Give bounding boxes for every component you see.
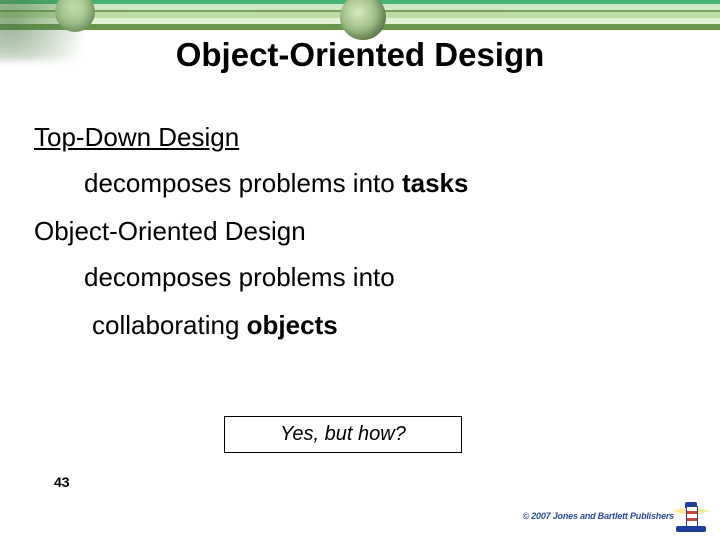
slide: Object-Oriented Design Top-Down Design d… bbox=[0, 0, 720, 540]
decorative-banner bbox=[0, 0, 720, 30]
page-number: 43 bbox=[54, 474, 70, 490]
topdown-text: decomposes problems into bbox=[84, 168, 402, 198]
subheading-topdown: Top-Down Design bbox=[34, 122, 686, 153]
lighthouse-icon bbox=[670, 494, 714, 538]
topdown-line: decomposes problems into tasks bbox=[84, 167, 686, 200]
ood-line2-strong: objects bbox=[247, 310, 338, 340]
copyright-block: © 2007 Jones and Bartlett Publishers bbox=[523, 494, 715, 538]
subheading-ood: Object-Oriented Design bbox=[34, 216, 686, 247]
slide-body: Top-Down Design decomposes problems into… bbox=[34, 118, 686, 358]
copyright-inner: © 2007 Jones and Bartlett Publishers bbox=[523, 494, 715, 538]
ood-line2-pre: collaborating bbox=[92, 310, 247, 340]
ood-line2: collaborating objects bbox=[92, 309, 686, 342]
callout-box: Yes, but how? bbox=[224, 416, 462, 453]
ood-line1: decomposes problems into bbox=[84, 261, 686, 294]
topdown-strong: tasks bbox=[402, 168, 469, 198]
slide-title: Object-Oriented Design bbox=[0, 36, 720, 74]
copyright-text: © 2007 Jones and Bartlett Publishers bbox=[523, 511, 675, 521]
